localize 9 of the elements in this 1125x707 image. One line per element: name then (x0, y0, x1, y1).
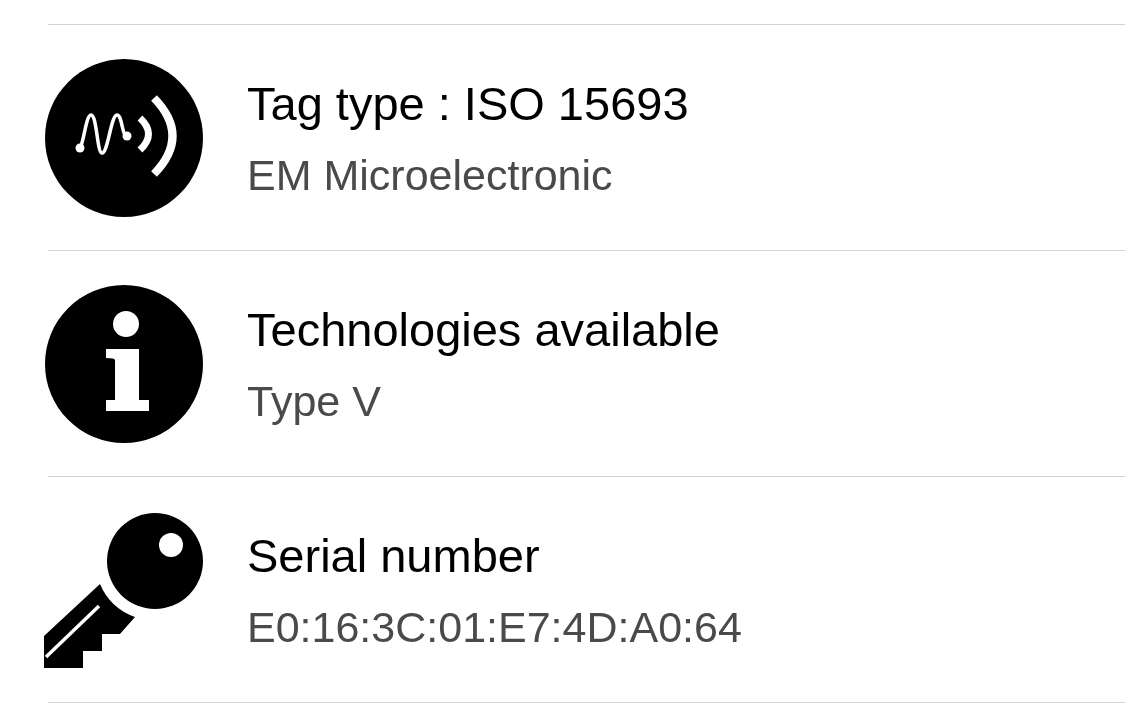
key-icon (44, 510, 204, 669)
row-title: Serial number (247, 527, 540, 584)
row-title: Technologies available (247, 301, 720, 358)
row-subtitle: Type V (247, 375, 381, 426)
sound-wave-icon (44, 57, 204, 218)
row-subtitle: E0:16:3C:01:E7:4D:A0:64 (247, 601, 742, 652)
row-title: Tag type : ISO 15693 (247, 75, 689, 132)
row-subtitle: EM Microelectronic (247, 149, 613, 200)
info-icon (44, 283, 204, 444)
